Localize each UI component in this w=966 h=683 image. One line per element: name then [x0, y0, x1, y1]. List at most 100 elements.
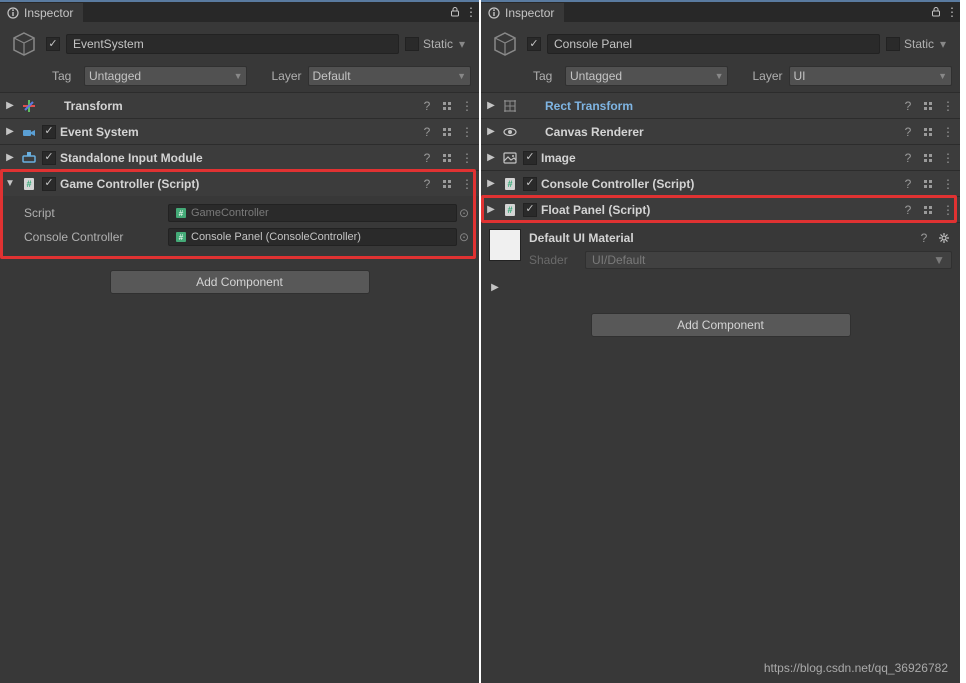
add-component-button[interactable]: Add Component — [110, 270, 370, 294]
active-checkbox[interactable] — [527, 37, 541, 51]
menu-icon[interactable]: ⋮ — [944, 4, 960, 20]
foldout-icon[interactable]: ▶ — [485, 178, 497, 189]
preset-icon[interactable] — [439, 150, 455, 166]
layer-dropdown[interactable]: Default ▼ — [308, 66, 471, 86]
script-field: # GameController — [168, 204, 457, 222]
tag-value: Untagged — [570, 69, 622, 83]
gameobject-icon[interactable] — [8, 28, 40, 60]
object-picker-icon[interactable]: ⊙ — [457, 206, 471, 220]
component-enabled-checkbox[interactable] — [523, 151, 537, 165]
foldout-icon[interactable]: ▶ — [4, 100, 16, 111]
material-foldout-row: ▶ — [481, 275, 960, 301]
help-icon[interactable]: ? — [900, 98, 916, 114]
preset-icon[interactable] — [920, 202, 936, 218]
component-consolecontroller[interactable]: ▶ # Console Controller (Script) ? ⋮ — [481, 170, 960, 196]
component-title: Rect Transform — [545, 99, 900, 113]
menu-icon[interactable]: ⋮ — [459, 98, 475, 114]
menu-icon[interactable]: ⋮ — [463, 4, 479, 20]
menu-icon[interactable]: ⋮ — [459, 176, 475, 192]
tag-dropdown[interactable]: Untagged ▼ — [565, 66, 728, 86]
component-enabled-checkbox[interactable] — [42, 151, 56, 165]
input-icon — [20, 149, 38, 167]
layer-dropdown[interactable]: UI ▼ — [789, 66, 952, 86]
component-title: Standalone Input Module — [60, 151, 419, 165]
tag-dropdown[interactable]: Untagged ▼ — [84, 66, 247, 86]
object-picker-icon[interactable]: ⊙ — [457, 230, 471, 244]
preset-icon[interactable] — [920, 176, 936, 192]
menu-icon[interactable]: ⋮ — [940, 202, 956, 218]
foldout-icon[interactable]: ▶ — [485, 100, 497, 111]
highlight-region: ▶ # Float Panel (Script) ? ⋮ — [481, 196, 960, 222]
gameobject-icon[interactable] — [489, 28, 521, 60]
menu-icon[interactable]: ⋮ — [940, 176, 956, 192]
preset-icon[interactable] — [439, 124, 455, 140]
svg-text:#: # — [179, 233, 184, 242]
menu-icon[interactable]: ⋮ — [940, 124, 956, 140]
help-icon[interactable]: ? — [419, 98, 435, 114]
foldout-icon[interactable]: ▶ — [485, 152, 497, 163]
inspector-tab[interactable]: Inspector — [0, 3, 83, 23]
menu-icon[interactable]: ⋮ — [459, 124, 475, 140]
foldout-icon[interactable]: ▶ — [4, 152, 16, 163]
tag-label: Tag — [52, 69, 78, 83]
shader-dropdown[interactable]: UI/Default ▼ — [585, 251, 952, 269]
object-name-input[interactable] — [66, 34, 399, 54]
component-enabled-checkbox[interactable] — [42, 177, 56, 191]
help-icon[interactable]: ? — [419, 124, 435, 140]
component-transform[interactable]: ▶ Transform ? ⋮ — [0, 92, 479, 118]
material-preview[interactable] — [489, 229, 521, 261]
preset-icon[interactable] — [439, 176, 455, 192]
inspector-panel-left: Inspector ⋮ Static ▾ Tag Untagged ▼ — [0, 0, 481, 683]
menu-icon[interactable]: ⋮ — [459, 150, 475, 166]
foldout-icon[interactable]: ▼ — [4, 178, 16, 189]
gear-icon[interactable] — [936, 230, 952, 246]
static-dropdown-icon[interactable]: ▾ — [940, 37, 952, 51]
component-recttransform[interactable]: ▶ Rect Transform ? ⋮ — [481, 92, 960, 118]
static-checkbox[interactable] — [886, 37, 900, 51]
preset-icon[interactable] — [920, 150, 936, 166]
component-enabled-checkbox[interactable] — [523, 203, 537, 217]
preset-icon[interactable] — [920, 124, 936, 140]
menu-icon[interactable]: ⋮ — [940, 98, 956, 114]
foldout-icon[interactable]: ▶ — [485, 126, 497, 137]
help-icon[interactable]: ? — [900, 202, 916, 218]
foldout-icon[interactable]: ▶ — [485, 204, 497, 215]
component-image[interactable]: ▶ Image ? ⋮ — [481, 144, 960, 170]
component-title: Game Controller (Script) — [60, 177, 419, 191]
component-enabled-checkbox[interactable] — [42, 125, 56, 139]
component-canvasrenderer[interactable]: ▶ Canvas Renderer ? ⋮ — [481, 118, 960, 144]
preset-icon[interactable] — [920, 98, 936, 114]
help-icon[interactable]: ? — [419, 176, 435, 192]
component-inputmodule[interactable]: ▶ Standalone Input Module ? ⋮ — [0, 144, 479, 170]
object-name-input[interactable] — [547, 34, 880, 54]
layer-value: UI — [794, 69, 806, 83]
component-gamecontroller[interactable]: ▼ # Game Controller (Script) ? ⋮ — [0, 170, 479, 196]
help-icon[interactable]: ? — [900, 150, 916, 166]
add-component-button[interactable]: Add Component — [591, 313, 851, 337]
active-checkbox[interactable] — [46, 37, 60, 51]
static-dropdown-icon[interactable]: ▾ — [459, 37, 471, 51]
help-icon[interactable]: ? — [900, 176, 916, 192]
foldout-icon[interactable]: ▶ — [489, 282, 501, 293]
image-icon — [501, 149, 519, 167]
component-floatpanel[interactable]: ▶ # Float Panel (Script) ? ⋮ — [481, 196, 960, 222]
static-checkbox[interactable] — [405, 37, 419, 51]
foldout-icon[interactable]: ▶ — [4, 126, 16, 137]
objectref-field[interactable]: # Console Panel (ConsoleController) — [168, 228, 457, 246]
inspector-tab[interactable]: Inspector — [481, 3, 564, 23]
help-icon[interactable]: ? — [916, 230, 932, 246]
preset-icon[interactable] — [439, 98, 455, 114]
info-icon — [6, 6, 20, 20]
material-name: Default UI Material — [529, 231, 634, 245]
help-icon[interactable]: ? — [419, 150, 435, 166]
component-eventsystem[interactable]: ▶ Event System ? ⋮ — [0, 118, 479, 144]
lock-icon[interactable] — [928, 4, 944, 20]
component-title: Transform — [64, 99, 419, 113]
menu-icon[interactable]: ⋮ — [940, 150, 956, 166]
lock-icon[interactable] — [447, 4, 463, 20]
svg-text:#: # — [26, 179, 31, 189]
help-icon[interactable]: ? — [900, 124, 916, 140]
watermark: https://blog.csdn.net/qq_36926782 — [764, 661, 948, 675]
script-icon: # — [501, 201, 519, 219]
component-enabled-checkbox[interactable] — [523, 177, 537, 191]
